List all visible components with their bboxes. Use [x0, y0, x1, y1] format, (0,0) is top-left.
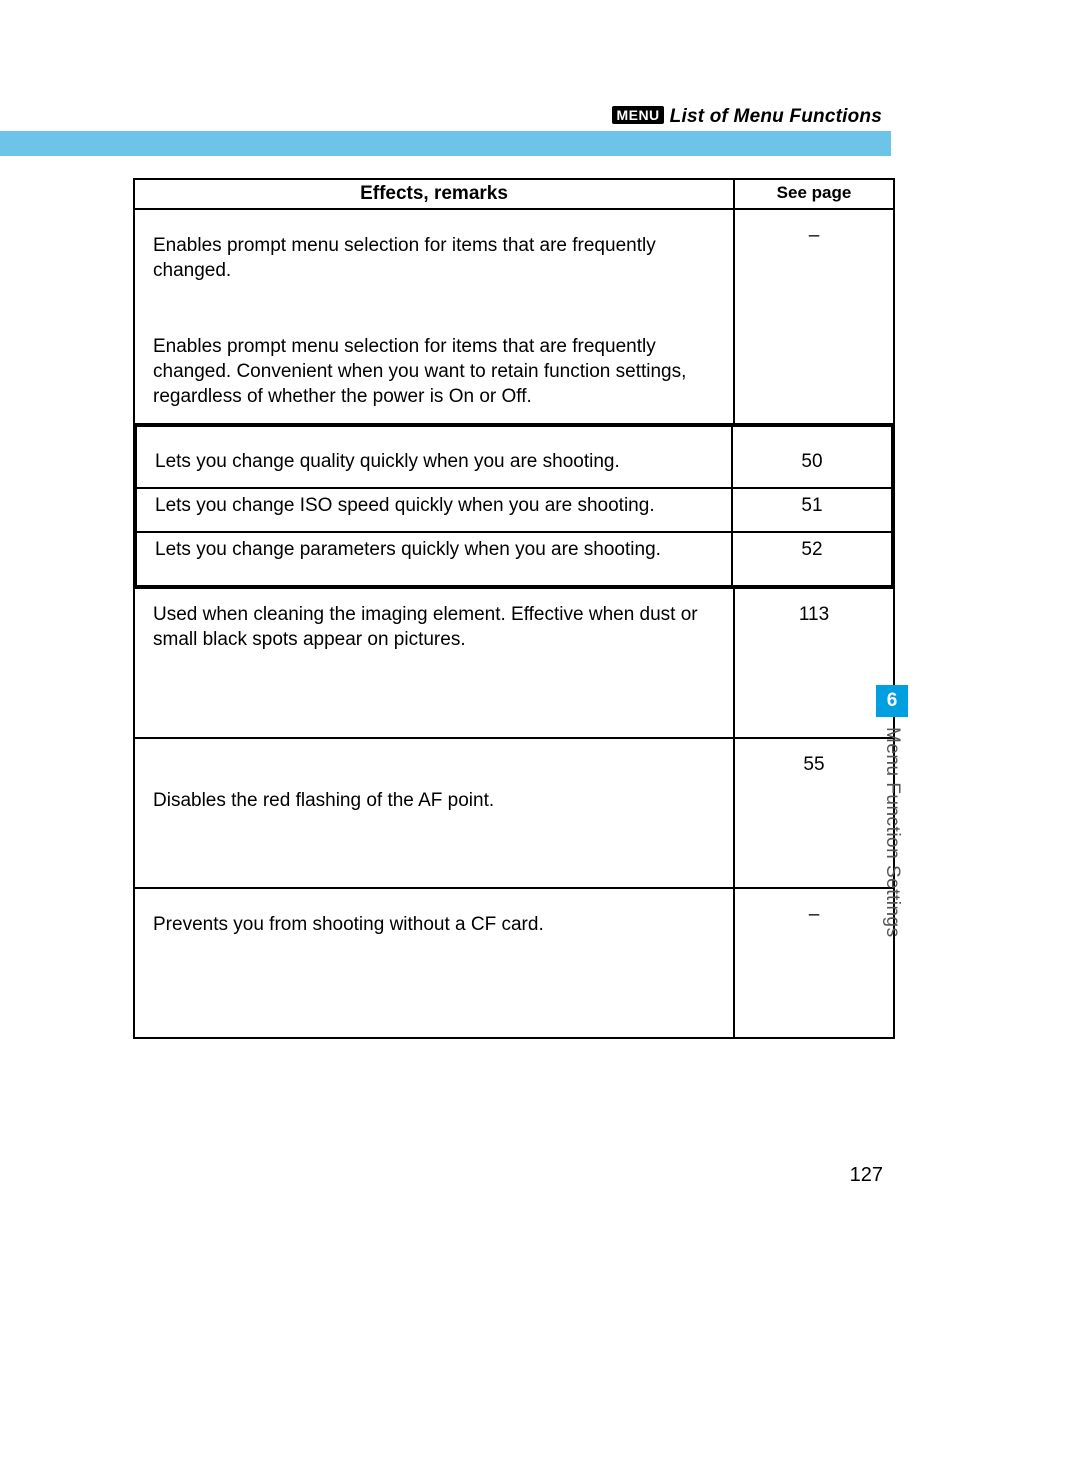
menu-functions-table: Effects, remarks See page Enables prompt… [133, 178, 893, 1039]
table-row: Lets you change quality quickly when you… [136, 426, 732, 488]
page-ref: 55 [734, 738, 894, 888]
table-row: Disables the red flashing of the AF poin… [134, 738, 734, 888]
page-ref: 52 [732, 532, 892, 586]
menu-badge-icon: MENU [612, 106, 663, 124]
page-ref: – [734, 888, 894, 1038]
table-row: Enables prompt menu selection for items … [135, 317, 733, 423]
page-header: MENU List of Menu Functions [612, 106, 882, 128]
header-accent-bar [0, 131, 891, 156]
page-number: 127 [0, 1164, 893, 1187]
chapter-side-tab: 6 Menu Function Settings [876, 685, 908, 938]
page-ref: 113 [734, 588, 894, 738]
table-row: Prevents you from shooting without a CF … [134, 888, 734, 1038]
page-ref: 50 [732, 426, 892, 488]
chapter-label: Menu Function Settings [881, 727, 903, 938]
table-row: Used when cleaning the imaging element. … [134, 588, 734, 738]
page-ref: 51 [732, 488, 892, 532]
table-row: Lets you change parameters quickly when … [136, 532, 732, 586]
header-title-text: List of Menu Functions [670, 106, 882, 127]
chapter-number-badge: 6 [876, 685, 908, 717]
col-header-effects: Effects, remarks [134, 179, 734, 209]
page-ref: – [734, 209, 894, 424]
col-header-seepage: See page [734, 179, 894, 209]
table-row: Enables prompt menu selection for items … [135, 210, 733, 317]
table-row: Lets you change ISO speed quickly when y… [136, 488, 732, 532]
